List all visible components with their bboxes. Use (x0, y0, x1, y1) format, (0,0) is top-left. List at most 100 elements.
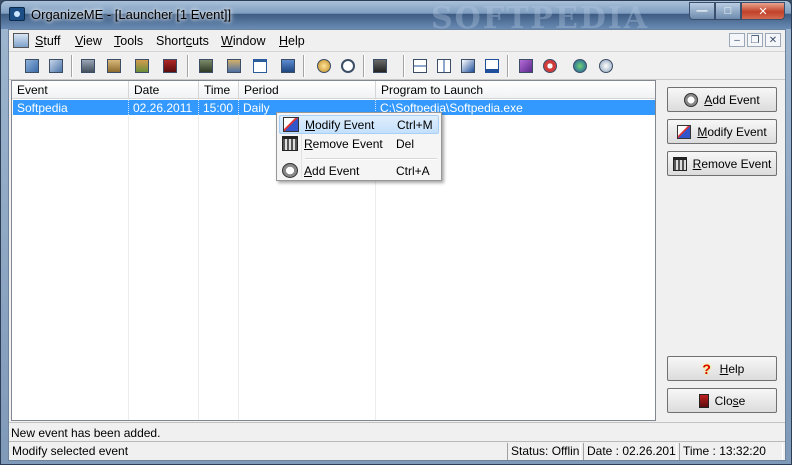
column-date[interactable]: Date (129, 81, 199, 99)
add-event-button[interactable]: Add Event (667, 87, 777, 112)
add-event-icon (282, 163, 298, 178)
accel: R (304, 136, 313, 151)
menu-window[interactable]: Window (221, 34, 265, 48)
menu-label: Short (156, 34, 186, 48)
toolbar-button-notes[interactable] (131, 56, 153, 76)
contacts-icon (317, 59, 331, 73)
label-text: odify Event (315, 117, 375, 132)
cell-date: 02.26.2011 (129, 100, 199, 115)
minimize-button[interactable]: — (689, 2, 715, 20)
label-text: dd Event (312, 163, 360, 178)
label-text: odify Event (707, 124, 767, 139)
help-label: Help (720, 362, 745, 376)
menu-label: elp (288, 34, 305, 48)
floppy-icon (281, 59, 295, 73)
toolbar-button-help-topics[interactable] (539, 56, 561, 76)
tile-vertical-icon (437, 59, 451, 73)
menu-shortcuts[interactable]: Shortcuts (156, 34, 209, 48)
toolbar-button-copy[interactable] (21, 56, 43, 76)
label-text: emove Event (701, 156, 772, 171)
toolbar-button-paste[interactable] (223, 56, 245, 76)
menu-accel: H (279, 34, 289, 48)
context-item-shortcut: Ctrl+M (397, 117, 433, 132)
trash-icon (282, 136, 298, 151)
modify-event-button[interactable]: Modify Event (667, 119, 777, 144)
column-event[interactable]: Event (12, 81, 129, 99)
add-event-label: Add Event (704, 93, 759, 107)
toolbar-button-clipboard[interactable] (103, 56, 125, 76)
menu-help[interactable]: Help (279, 34, 305, 48)
tile-horizontal-icon (413, 59, 427, 73)
help-button[interactable]: ? Help (667, 356, 777, 381)
paste-icon (227, 59, 241, 73)
child-window-icon[interactable] (13, 33, 29, 48)
toolbar-button-tile-vertical[interactable] (433, 56, 455, 76)
column-program[interactable]: Program to Launch (376, 81, 655, 99)
menu-label: ools (120, 34, 144, 48)
menu-stuff[interactable]: Stuff (35, 34, 61, 48)
toolbar-button-about[interactable] (595, 56, 617, 76)
toolbar-separator (303, 55, 305, 77)
column-period[interactable]: Period (239, 81, 376, 99)
toolbar-button-documents[interactable] (45, 56, 67, 76)
context-item-remove-event[interactable]: Remove Event Del (279, 134, 439, 153)
label-text: elp (728, 361, 745, 376)
toolbar-button-window[interactable] (249, 56, 271, 76)
toolbar-button-dropdown[interactable] (369, 56, 391, 76)
status-connection: Status: Offline (507, 443, 581, 460)
toolbar-separator (363, 55, 365, 77)
context-item-modify-event[interactable]: Modify Event Ctrl+M (279, 115, 439, 134)
close-window-button[interactable]: ✕ (741, 2, 785, 20)
menu-label: tuff (43, 34, 61, 48)
close-label: Close (715, 394, 746, 408)
maximize-button[interactable]: □ (715, 2, 741, 20)
context-item-label: Add Event (304, 164, 396, 178)
toolbar-button-print[interactable] (77, 56, 99, 76)
minimize-all-icon (485, 59, 499, 73)
close-button[interactable]: Close (667, 388, 777, 413)
app-icon[interactable] (9, 7, 25, 21)
toolbar-button-refresh[interactable] (337, 56, 359, 76)
toolbar-button-save[interactable] (277, 56, 299, 76)
toolbar-separator (403, 55, 405, 77)
book-icon (519, 59, 533, 73)
remove-event-button[interactable]: Remove Event (667, 151, 777, 176)
toolbar-button-minimize-all[interactable] (481, 56, 503, 76)
context-item-label: Modify Event (305, 118, 397, 132)
column-time[interactable]: Time (199, 81, 239, 99)
trash-icon (672, 156, 687, 171)
window-icon (253, 59, 267, 73)
toolbar-button-web[interactable] (569, 56, 591, 76)
modify-event-icon (677, 124, 692, 139)
mdi-close-button[interactable]: ✕ (765, 33, 781, 47)
toolbar-button-exit[interactable] (159, 56, 181, 76)
printer-icon (81, 59, 95, 73)
mdi-restore-button[interactable]: ❐ (747, 33, 763, 47)
accel: A (304, 163, 313, 178)
context-item-add-event[interactable]: Add Event Ctrl+A (279, 161, 439, 180)
toolbar-button-tile-horizontal[interactable] (409, 56, 431, 76)
status-bar: Modify selected event Status: Offline Da… (9, 441, 785, 460)
status-hint: Modify selected event (12, 444, 129, 458)
refresh-icon (341, 59, 355, 73)
context-item-label: Remove Event (304, 137, 396, 151)
toolbar-button-fax[interactable] (195, 56, 217, 76)
menu-accel: V (75, 34, 84, 48)
grid-line (198, 99, 199, 420)
toolbar-button-contacts[interactable] (313, 56, 335, 76)
menu-tools[interactable]: Tools (114, 34, 143, 48)
window-title: OrganizeME - [Launcher [1 Event]] (31, 7, 232, 22)
info-icon (599, 59, 613, 73)
toolbar-button-cascade[interactable] (457, 56, 479, 76)
fax-icon (199, 59, 213, 73)
label-text: dd Event (712, 92, 760, 107)
toolbar (9, 52, 785, 80)
menu-view[interactable]: View (75, 34, 102, 48)
lifebuoy-icon (543, 59, 557, 73)
toolbar-button-book[interactable] (515, 56, 537, 76)
mdi-minimize-button[interactable]: – (729, 33, 745, 47)
menu-accel: W (221, 34, 233, 48)
exit-door-icon (698, 393, 709, 408)
status-time: Time : 13:32:20 (679, 443, 783, 460)
title-bar[interactable]: OrganizeME - [Launcher [1 Event]] SOFTPE… (1, 1, 791, 36)
